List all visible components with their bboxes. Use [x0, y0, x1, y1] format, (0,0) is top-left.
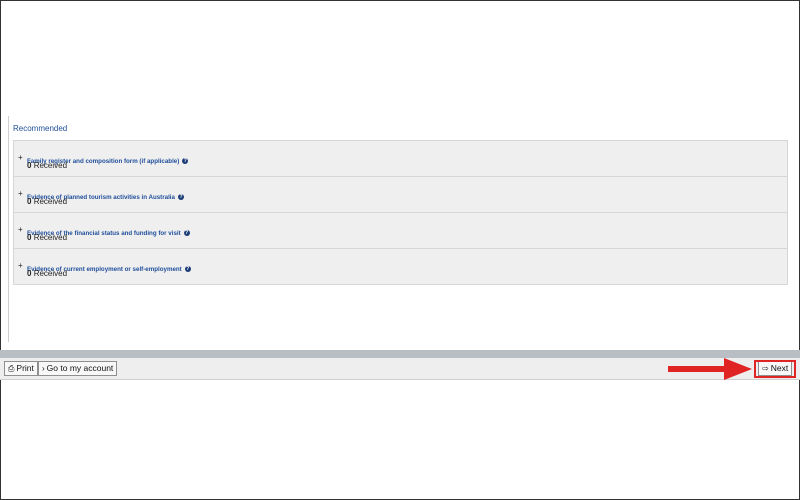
expand-toggle[interactable]: + — [18, 154, 23, 162]
document-status: 0 Received — [27, 233, 67, 242]
received-label: Received — [33, 269, 68, 278]
annotation-highlight-box — [754, 360, 796, 378]
document-status: 0 Received — [27, 197, 67, 206]
go-to-account-button[interactable]: › Go to my account — [38, 361, 118, 376]
help-icon[interactable]: ? — [177, 194, 184, 200]
document-item-financial-status: + Evidence of the financial status and f… — [14, 213, 787, 249]
document-list: + Family register and composition form (… — [13, 140, 788, 285]
received-count: 0 — [27, 197, 32, 206]
received-count: 0 — [27, 269, 32, 278]
expand-toggle[interactable]: + — [18, 190, 23, 198]
recommended-documents-panel: Recommended + Family register and compos… — [8, 116, 799, 342]
document-item-tourism-activities: + Evidence of planned tourism activities… — [14, 177, 787, 213]
printer-icon: ⎙ — [8, 364, 15, 373]
help-icon[interactable]: ? — [183, 230, 190, 236]
document-item-family-register: + Family register and composition form (… — [14, 141, 787, 177]
print-label: Print — [16, 363, 34, 373]
received-count: 0 — [27, 233, 32, 242]
section-title-recommended: Recommended — [13, 124, 68, 133]
help-icon[interactable]: ? — [184, 266, 191, 272]
expand-toggle[interactable]: + — [18, 262, 23, 270]
expand-toggle[interactable]: + — [18, 226, 23, 234]
document-status: 0 Received — [27, 269, 67, 278]
print-button[interactable]: ⎙ Print — [4, 361, 38, 376]
received-count: 0 — [27, 161, 32, 170]
help-icon[interactable]: ? — [182, 158, 189, 164]
annotation-arrow — [668, 358, 752, 380]
document-item-current-employment: + Evidence of current employment or self… — [14, 249, 787, 284]
received-label: Received — [33, 161, 68, 170]
received-label: Received — [33, 197, 68, 206]
footer-separator — [0, 350, 800, 358]
received-label: Received — [33, 233, 68, 242]
chevron-right-icon: › — [42, 364, 45, 373]
account-label: Go to my account — [46, 363, 114, 373]
document-status: 0 Received — [27, 161, 67, 170]
